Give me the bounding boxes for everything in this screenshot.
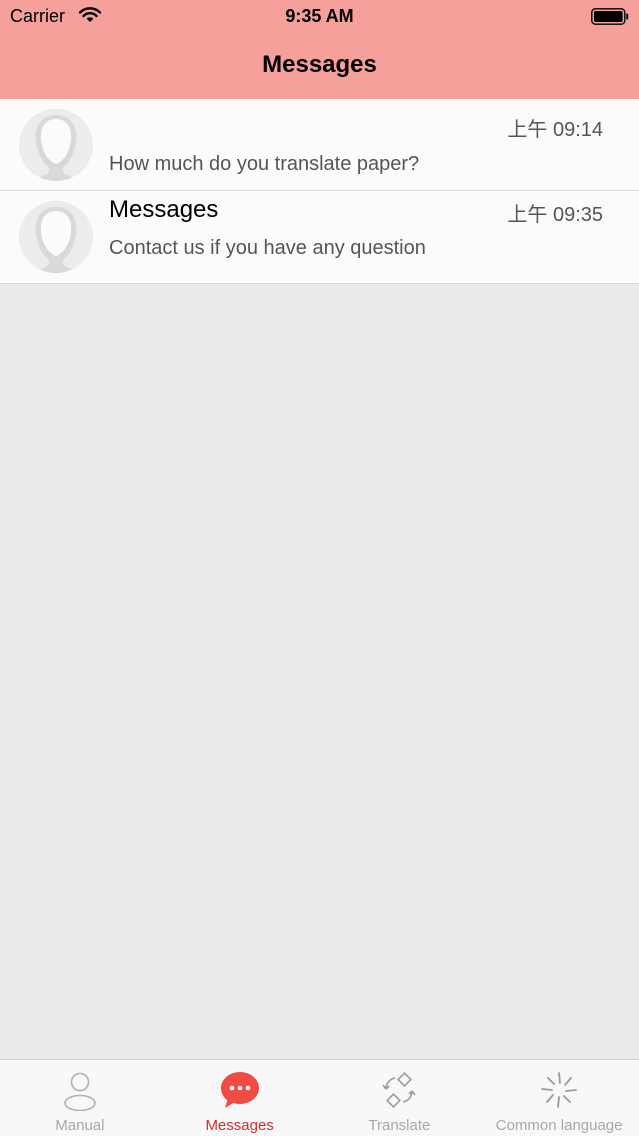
message-row[interactable]: Messages 上午 09:35 Contact us if you have… (0, 191, 639, 284)
translate-icon (378, 1069, 420, 1111)
message-time: 上午 09:35 (507, 204, 603, 226)
header: Carrier 9:35 AM Messages (0, 0, 639, 99)
message-row[interactable]: 上午 09:14 How much do you translate paper… (0, 99, 639, 191)
message-preview: How much do you translate paper? (109, 153, 420, 175)
screen: Carrier 9:35 AM Messages 上午 09:14 How mu… (0, 0, 639, 1136)
message-preview: Contact us if you have any question (109, 237, 426, 259)
tab-label: Translate (368, 1117, 431, 1134)
tab-messages[interactable]: Messages (160, 1060, 320, 1136)
tab-common-language[interactable]: Common language (479, 1060, 639, 1136)
status-bar: Carrier 9:35 AM (0, 0, 639, 32)
sparkle-icon (538, 1069, 580, 1111)
message-list: 上午 09:14 How much do you translate paper… (0, 99, 639, 284)
tab-translate[interactable]: Translate (320, 1060, 480, 1136)
tab-label: Messages (205, 1117, 274, 1134)
avatar (19, 109, 93, 181)
status-time: 9:35 AM (285, 6, 354, 26)
chat-bubble-icon (219, 1069, 261, 1111)
avatar (19, 201, 93, 273)
message-time: 上午 09:14 (507, 119, 603, 141)
person-icon (59, 1069, 101, 1111)
tab-bar: Manual Messages Translate Common languag… (0, 1059, 639, 1136)
tab-label: Common language (495, 1117, 623, 1134)
page-title: Messages (262, 51, 377, 78)
battery-icon (591, 8, 629, 25)
tab-manual[interactable]: Manual (0, 1060, 160, 1136)
tab-label: Manual (55, 1117, 105, 1134)
message-title: Messages (109, 196, 219, 223)
